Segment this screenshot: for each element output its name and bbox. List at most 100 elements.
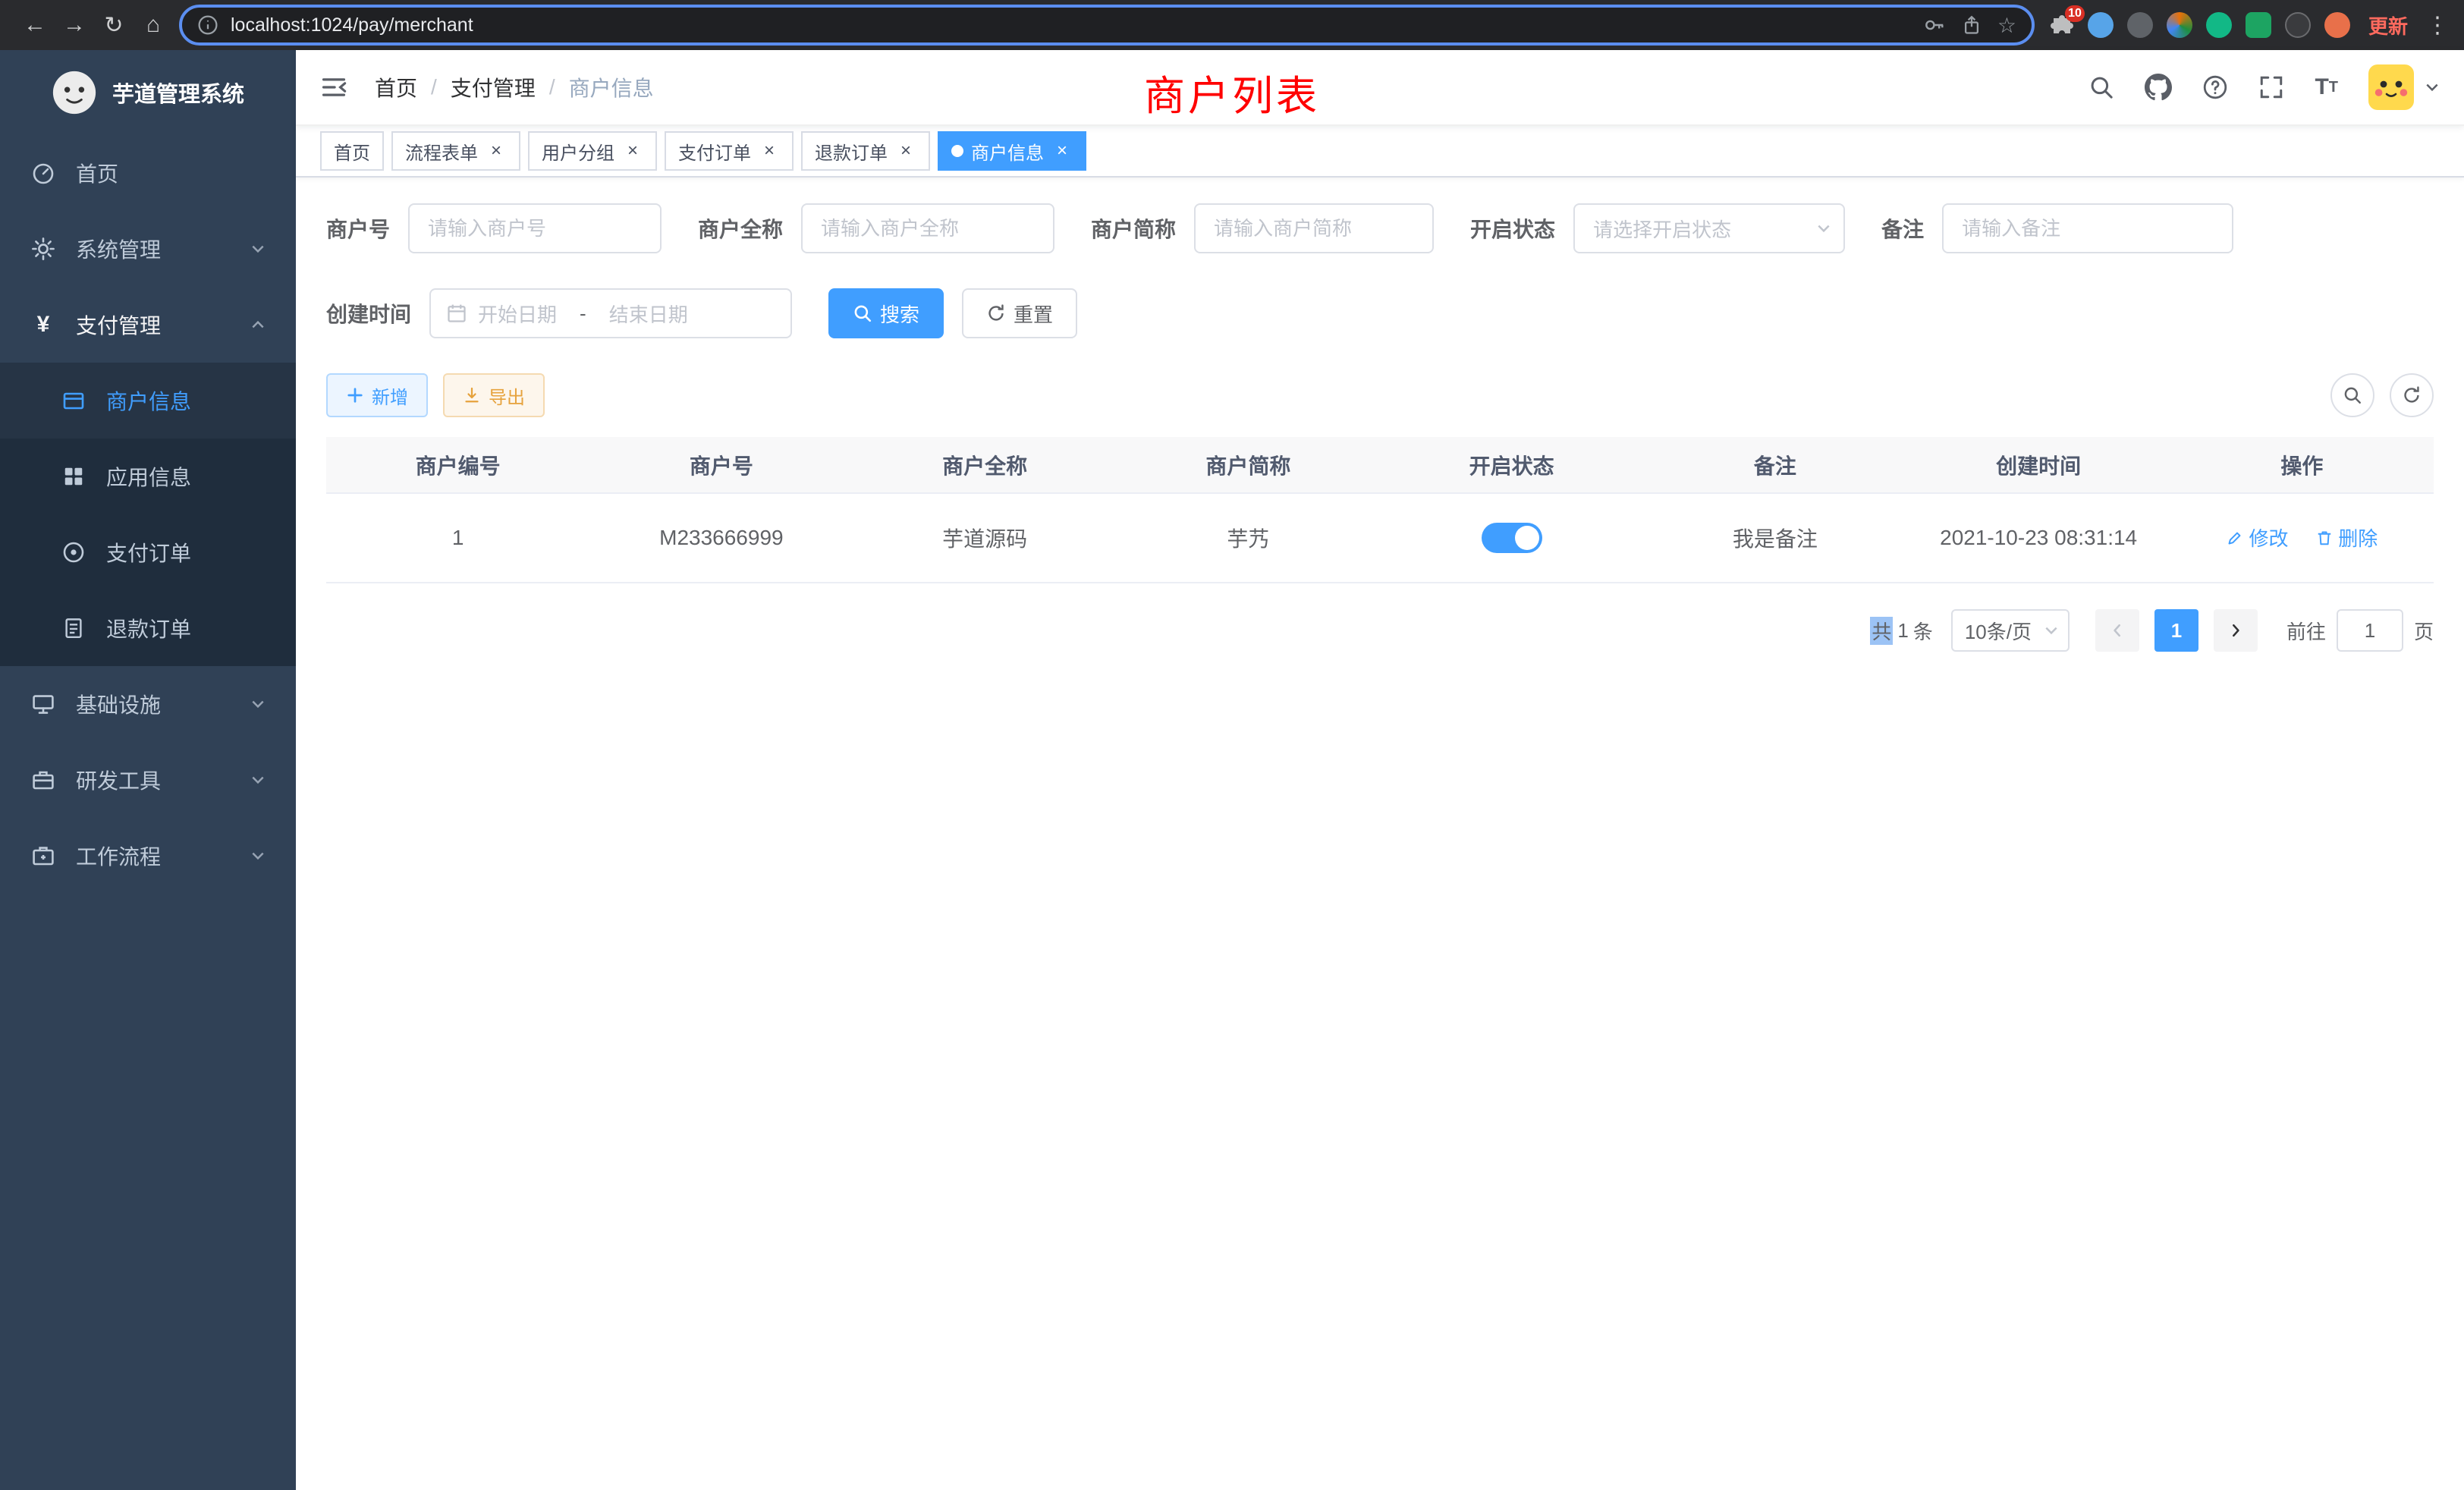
status-select[interactable]: 请选择开启状态 (1573, 203, 1845, 253)
tab-process-form[interactable]: 流程表单 × (391, 131, 520, 171)
extension-icon[interactable] (2088, 12, 2114, 38)
font-size-icon[interactable]: TT (2315, 74, 2338, 100)
tab-pay-orders[interactable]: 支付订单 × (665, 131, 794, 171)
extension-icon[interactable] (2246, 12, 2271, 38)
merchant-table: 商户编号 商户号 商户全称 商户简称 开启状态 备注 创建时间 操作 1 (326, 437, 2434, 583)
extension-icon[interactable] (2285, 12, 2311, 38)
logo-avatar (52, 70, 97, 115)
tab-user-group[interactable]: 用户分组 × (528, 131, 657, 171)
tab-home[interactable]: 首页 (320, 131, 384, 171)
address-bar-actions: ☆ (1923, 13, 2016, 38)
export-button[interactable]: 导出 (443, 373, 545, 417)
bookmark-star-icon[interactable]: ☆ (1997, 13, 2016, 38)
browser-back-button[interactable]: ← (15, 5, 55, 45)
filter-row-2: 创建时间 开始日期 - 结束日期 搜索 (326, 288, 2434, 338)
column-header: 商户号 (589, 437, 853, 493)
merchant-no-input[interactable] (408, 203, 662, 253)
sidebar-item-payment[interactable]: ¥ 支付管理 (0, 287, 296, 363)
search-button[interactable]: 搜索 (828, 288, 944, 338)
close-icon[interactable]: × (759, 140, 780, 162)
sidebar-item-pay-orders[interactable]: 支付订单 (0, 514, 296, 590)
remark-input[interactable] (1942, 203, 2233, 253)
sidebar-item-system[interactable]: 系统管理 (0, 211, 296, 287)
sidebar-item-label: 支付管理 (76, 310, 161, 340)
breadcrumb-separator: / (549, 75, 555, 99)
share-icon[interactable] (1961, 14, 1982, 36)
sidebar-item-label: 支付订单 (106, 537, 191, 567)
github-icon[interactable] (2145, 74, 2172, 101)
browser-reload-button[interactable]: ↻ (94, 5, 134, 45)
edit-link[interactable]: 修改 (2226, 523, 2288, 552)
filter-create-time: 创建时间 开始日期 - 结束日期 (326, 288, 792, 338)
extensions-puzzle-icon[interactable]: 10 (2050, 13, 2074, 37)
download-icon (463, 386, 481, 404)
column-header: 备注 (1643, 437, 1906, 493)
prev-page-button[interactable] (2095, 609, 2139, 652)
merchant-short-name-input[interactable] (1194, 203, 1434, 253)
browser-menu-kebab-icon[interactable]: ⋮ (2426, 12, 2449, 39)
trash-icon (2315, 529, 2334, 547)
next-page-button[interactable] (2214, 609, 2258, 652)
search-toggle-button[interactable] (2330, 373, 2374, 417)
merchant-full-name-input[interactable] (801, 203, 1054, 253)
tab-refund-orders[interactable]: 退款订单 × (801, 131, 930, 171)
close-icon[interactable]: × (895, 140, 916, 162)
sidebar-item-dev-tools[interactable]: 研发工具 (0, 742, 296, 818)
date-range-picker[interactable]: 开始日期 - 结束日期 (429, 288, 792, 338)
page-size-select[interactable]: 10条/页 (1951, 609, 2070, 652)
pagination: 共 1 条 10条/页 1 (326, 609, 2434, 652)
avatar (2368, 64, 2414, 110)
extension-icon[interactable] (2167, 12, 2192, 38)
sidebar-item-label: 首页 (76, 158, 118, 188)
tab-merchant-info-active[interactable]: 商户信息 × (938, 131, 1086, 171)
pagination-total-count: 1 (1897, 619, 1908, 643)
password-key-icon[interactable] (1923, 14, 1946, 36)
filter-status: 开启状态 请选择开启状态 (1470, 203, 1845, 253)
close-icon[interactable]: × (622, 140, 643, 162)
search-icon (853, 303, 872, 323)
user-menu[interactable] (2368, 64, 2440, 110)
sidebar-item-refund-orders[interactable]: 退款订单 (0, 590, 296, 666)
sidebar-fold-icon[interactable] (320, 74, 347, 101)
sidebar-item-app-info[interactable]: 应用信息 (0, 439, 296, 514)
fullscreen-icon[interactable] (2258, 74, 2284, 100)
browser-forward-button[interactable]: → (55, 5, 94, 45)
browser-home-button[interactable]: ⌂ (134, 5, 173, 45)
add-button[interactable]: 新增 (326, 373, 428, 417)
extension-icon[interactable] (2206, 12, 2232, 38)
search-icon[interactable] (2088, 74, 2114, 100)
briefcase-icon (30, 844, 56, 868)
extension-icon[interactable] (2127, 12, 2153, 38)
sidebar-item-merchant-info[interactable]: 商户信息 (0, 363, 296, 439)
chevron-down-icon (250, 241, 266, 256)
breadcrumb-item[interactable]: 支付管理 (451, 72, 536, 102)
delete-link[interactable]: 删除 (2315, 523, 2378, 552)
sidebar-item-home[interactable]: 首页 (0, 135, 296, 211)
page-number-button[interactable]: 1 (2154, 609, 2198, 652)
browser-profile-avatar[interactable] (2324, 12, 2350, 38)
browser-address-bar[interactable]: localhost:1024/pay/merchant ☆ (179, 5, 2035, 46)
close-icon[interactable]: × (486, 140, 507, 162)
cell-short-name: 芋艿 (1117, 493, 1380, 583)
page-info-icon[interactable] (197, 14, 218, 36)
breadcrumb-item-current: 商户信息 (569, 72, 654, 102)
page-content: 商户号 商户全称 商户简称 开启状态 请选择开启状态 (296, 178, 2464, 1490)
help-icon[interactable] (2202, 74, 2228, 100)
browser-update-button[interactable]: 更新 (2368, 11, 2408, 39)
document-icon (61, 617, 86, 640)
reset-button[interactable]: 重置 (962, 288, 1077, 338)
sidebar-logo[interactable]: 芋道管理系统 (0, 50, 296, 135)
breadcrumb-item[interactable]: 首页 (375, 72, 417, 102)
status-toggle[interactable] (1482, 523, 1542, 553)
gear-icon (30, 237, 56, 261)
sidebar-item-infrastructure[interactable]: 基础设施 (0, 666, 296, 742)
selected-text: 共 (1870, 617, 1893, 645)
sidebar-item-label: 工作流程 (76, 841, 161, 871)
close-icon[interactable]: × (1051, 140, 1073, 162)
column-header: 操作 (2170, 437, 2434, 493)
goto-page-input[interactable] (2337, 609, 2403, 652)
sidebar-item-workflow[interactable]: 工作流程 (0, 818, 296, 894)
refresh-table-button[interactable] (2390, 373, 2434, 417)
page-unit-label: 页 (2414, 617, 2434, 645)
table-toolbar: 新增 导出 (326, 373, 2434, 417)
